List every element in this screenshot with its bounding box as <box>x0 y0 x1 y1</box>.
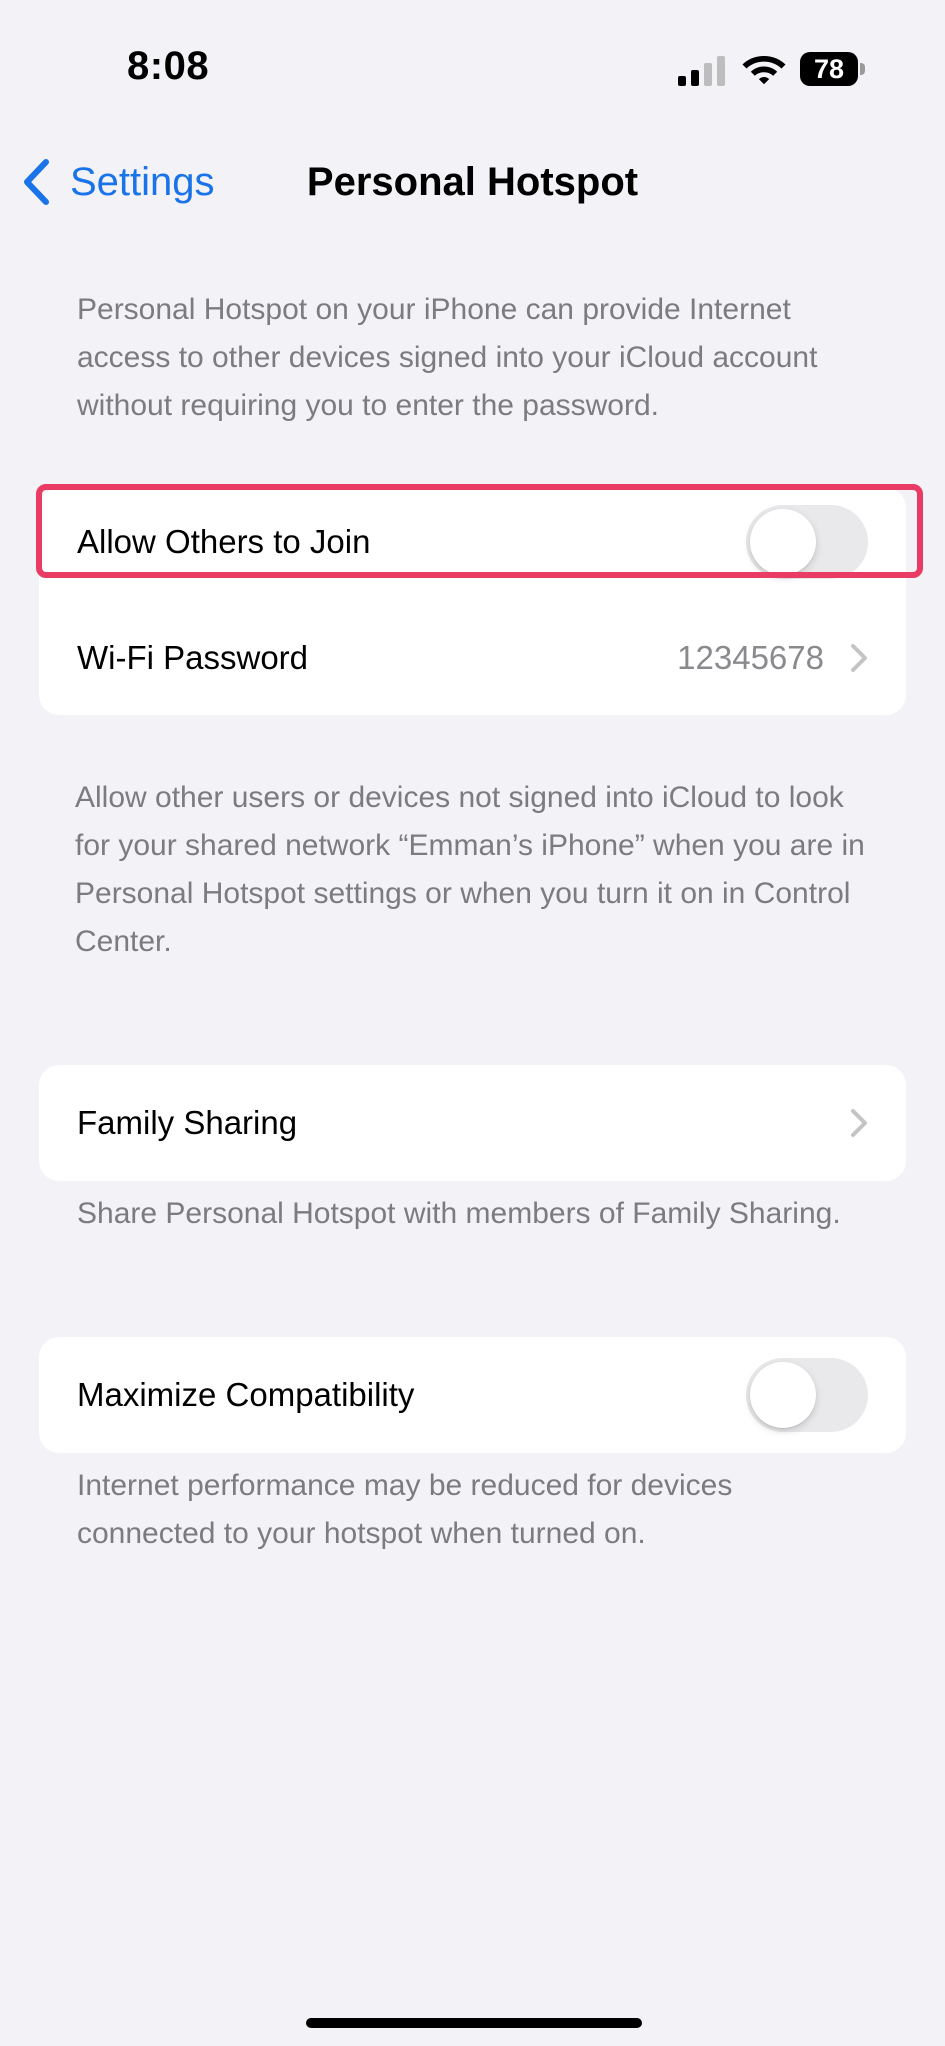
chevron-right-icon <box>851 1109 867 1137</box>
family-sharing-label: Family Sharing <box>77 1104 298 1141</box>
allow-others-label: Allow Others to Join <box>77 523 371 560</box>
chevron-left-icon <box>24 159 49 205</box>
maximize-compatibility-label: Maximize Compatibility <box>77 1376 415 1413</box>
battery-icon: 78 <box>800 52 868 86</box>
allow-others-row: Allow Others to Join <box>39 488 906 596</box>
wifi-password-row[interactable]: Wi-Fi Password 12345678 <box>39 600 906 715</box>
family-sharing-footer: Share Personal Hotspot with members of F… <box>77 1197 841 1230</box>
allow-others-footer: Allow other users or devices not signed … <box>75 781 865 958</box>
battery-level: 78 <box>800 52 858 86</box>
cellular-signal-icon <box>678 56 725 86</box>
back-button-label: Settings <box>70 159 215 204</box>
maximize-compatibility-group: Maximize Compatibility <box>39 1337 906 1453</box>
family-sharing-group: Family Sharing <box>39 1065 906 1181</box>
chevron-right-icon <box>851 643 867 672</box>
maximize-compatibility-toggle[interactable] <box>746 1358 868 1432</box>
intro-description: Personal Hotspot on your iPhone can prov… <box>77 293 818 422</box>
wifi-password-value: 12345678 <box>677 638 824 676</box>
maximize-compatibility-footer: Internet performance may be reduced for … <box>77 1469 733 1550</box>
hotspot-settings-group: Allow Others to Join Wi-Fi Password 1234… <box>39 488 906 715</box>
maximize-compatibility-row: Maximize Compatibility <box>39 1337 906 1453</box>
family-sharing-row[interactable]: Family Sharing <box>39 1065 906 1181</box>
wifi-password-label: Wi-Fi Password <box>77 638 309 676</box>
back-button[interactable]: Settings <box>22 154 215 210</box>
allow-others-toggle[interactable] <box>746 505 868 579</box>
home-indicator[interactable] <box>306 2018 642 2028</box>
wifi-icon <box>742 56 786 85</box>
status-time: 8:08 <box>127 44 210 88</box>
